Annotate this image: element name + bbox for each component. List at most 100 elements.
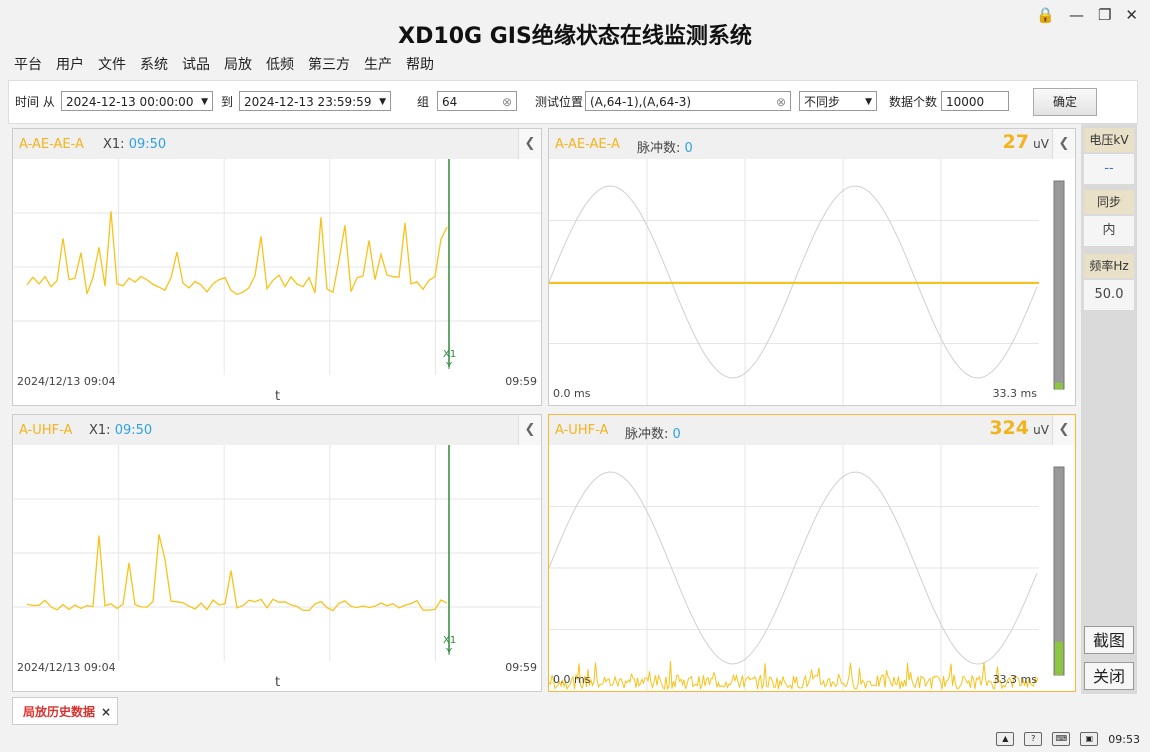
axis-label: t	[275, 389, 281, 404]
position-field[interactable]: (A,64-1),(A,64-3) ⊗	[585, 91, 791, 111]
upload-icon[interactable]: ▲	[996, 732, 1015, 746]
menu-file[interactable]: 文件	[98, 54, 126, 74]
voltage-value: --	[1084, 154, 1134, 184]
cursor-x-label: X1	[443, 635, 456, 646]
minimize-icon[interactable]: —	[1069, 6, 1084, 24]
uhf-wave-panel: A-UHF-A 脉冲数: 0 324 uV ❮ 0.0 ms 33.3 ms	[548, 414, 1076, 692]
clear-icon[interactable]: ⊗	[776, 92, 786, 112]
chevron-left-icon[interactable]: ❮	[518, 129, 541, 159]
ae-trend-panel: A-AE-AE-A X1: 09:50 ❮ X1 Y 2024/12/13 09:…	[12, 128, 542, 406]
count-value: 10000	[946, 95, 985, 109]
sync-select[interactable]: 不同步 ▼	[799, 91, 877, 111]
level-meter	[1053, 180, 1065, 390]
wave-start: 0.0 ms	[553, 387, 591, 400]
cursor-label: X1:	[103, 137, 125, 152]
time-from-field[interactable]: 2024-12-13 00:00:00 ▼	[61, 91, 213, 111]
cursor-readout: X1: 09:50	[89, 423, 152, 438]
close-button[interactable]: 关闭	[1084, 662, 1134, 690]
panel-header: A-AE-AE-A X1: 09:50 ❮	[13, 129, 541, 159]
pulse-readout: 脉冲数: 0	[625, 423, 681, 442]
level-meter-fill	[1055, 382, 1063, 389]
tab-pd-history[interactable]: 局放历史数据 ×	[12, 697, 118, 725]
pulse-label: 脉冲数:	[637, 141, 681, 156]
trend-series	[26, 211, 448, 296]
menu-help[interactable]: 帮助	[406, 54, 434, 74]
time-from-value: 2024-12-13 00:00:00	[66, 95, 194, 109]
chevron-left-icon[interactable]: ❮	[518, 415, 541, 445]
cursor-readout: X1: 09:50	[103, 137, 166, 152]
group-value: 64	[442, 95, 458, 109]
ae-wave-chart[interactable]	[549, 159, 1075, 405]
channel-name: A-UHF-A	[555, 423, 609, 438]
channel-name: A-AE-AE-A	[555, 137, 620, 152]
system-tray: ▲ ? ⌨ ▣ 09:53	[996, 732, 1140, 746]
axis-label: t	[275, 675, 281, 690]
menu-production[interactable]: 生产	[364, 54, 392, 74]
level-meter-fill	[1055, 641, 1063, 675]
close-icon[interactable]: ✕	[1125, 6, 1138, 24]
amplitude-unit: uV	[1033, 423, 1049, 437]
voltage-label: 电压kV	[1084, 128, 1134, 152]
pulse-value: 0	[672, 427, 681, 442]
group-label: 组	[417, 95, 430, 109]
time-to-value: 2024-12-13 23:59:59	[244, 95, 372, 109]
dropdown-arrow-icon[interactable]: ▼	[201, 92, 208, 112]
channel-name: A-AE-AE-A	[19, 137, 84, 152]
screenshot-button[interactable]: 截图	[1084, 626, 1134, 654]
confirm-button[interactable]: 确定	[1033, 88, 1097, 116]
position-label: 测试位置	[535, 95, 584, 109]
cursor-y-label: Y	[445, 647, 453, 658]
menu-specimen[interactable]: 试品	[182, 54, 210, 74]
menu-system[interactable]: 系统	[140, 54, 168, 74]
ae-wave-panel: A-AE-AE-A 脉冲数: 0 27 uV ❮ 0.0 ms 33.3 ms	[548, 128, 1076, 406]
window-controls: 🔒 — ❐ ✕	[1036, 6, 1138, 24]
dropdown-arrow-icon[interactable]: ▼	[865, 92, 872, 112]
time-to-label: 到	[221, 95, 234, 109]
restore-icon[interactable]: ❐	[1098, 6, 1111, 24]
menu-thirdparty[interactable]: 第三方	[308, 54, 350, 74]
freq-label: 频率Hz	[1084, 254, 1134, 278]
query-toolbar: 时间 从 2024-12-13 00:00:00 ▼ 到 2024-12-13 2…	[8, 80, 1138, 124]
network-icon[interactable]: ▣	[1080, 732, 1099, 746]
time-to-field[interactable]: 2024-12-13 23:59:59 ▼	[239, 91, 391, 111]
menu-pd[interactable]: 局放	[224, 54, 252, 74]
dropdown-arrow-icon[interactable]: ▼	[379, 92, 386, 112]
pulse-readout: 脉冲数: 0	[637, 137, 693, 156]
cursor-x-label: X1	[443, 349, 456, 360]
wave-start: 0.0 ms	[553, 673, 591, 686]
chevron-left-icon[interactable]: ❮	[1052, 415, 1075, 445]
group-field[interactable]: 64 ⊗	[437, 91, 517, 111]
app-title: XD10G GIS绝缘状态在线监测系统	[398, 24, 752, 49]
uhf-wave-chart[interactable]	[549, 445, 1075, 691]
start-time: 2024/12/13 09:04	[17, 661, 116, 674]
menu-lowfreq[interactable]: 低频	[266, 54, 294, 74]
panel-header: A-UHF-A 脉冲数: 0 324 uV ❮	[549, 415, 1075, 445]
clear-icon[interactable]: ⊗	[502, 92, 512, 112]
start-time: 2024/12/13 09:04	[17, 375, 116, 388]
tab-close-icon[interactable]: ×	[101, 698, 111, 726]
pulse-value: 0	[684, 141, 693, 156]
amplitude-unit: uV	[1033, 137, 1049, 151]
ae-trend-chart[interactable]: X1Y	[13, 159, 541, 375]
wave-end: 33.3 ms	[992, 387, 1037, 400]
sync-value: 不同步	[804, 95, 841, 109]
wave-end: 33.3 ms	[992, 673, 1037, 686]
count-label: 数据个数	[889, 95, 938, 109]
uhf-trend-chart[interactable]: X1Y	[13, 445, 541, 661]
help-icon[interactable]: ?	[1024, 732, 1043, 746]
menu-user[interactable]: 用户	[56, 54, 84, 74]
trend-series	[26, 534, 448, 612]
lock-icon[interactable]: 🔒	[1036, 6, 1055, 24]
chevron-left-icon[interactable]: ❮	[1052, 129, 1075, 159]
menu-platform[interactable]: 平台	[14, 54, 42, 74]
position-value: (A,64-1),(A,64-3)	[590, 95, 692, 109]
end-time: 09:59	[505, 661, 537, 674]
sync-label: 同步	[1084, 190, 1134, 214]
count-field[interactable]: 10000	[941, 91, 1009, 111]
cursor-value: 09:50	[114, 423, 153, 438]
uhf-trend-panel: A-UHF-A X1: 09:50 ❮ X1 Y 2024/12/13 09:04…	[12, 414, 542, 692]
menubar: 平台 用户 文件 系统 试品 局放 低频 第三方 生产 帮助	[14, 54, 434, 74]
noise-series	[549, 660, 1039, 691]
keyboard-icon[interactable]: ⌨	[1052, 732, 1071, 746]
cursor-y-label: Y	[445, 361, 453, 372]
